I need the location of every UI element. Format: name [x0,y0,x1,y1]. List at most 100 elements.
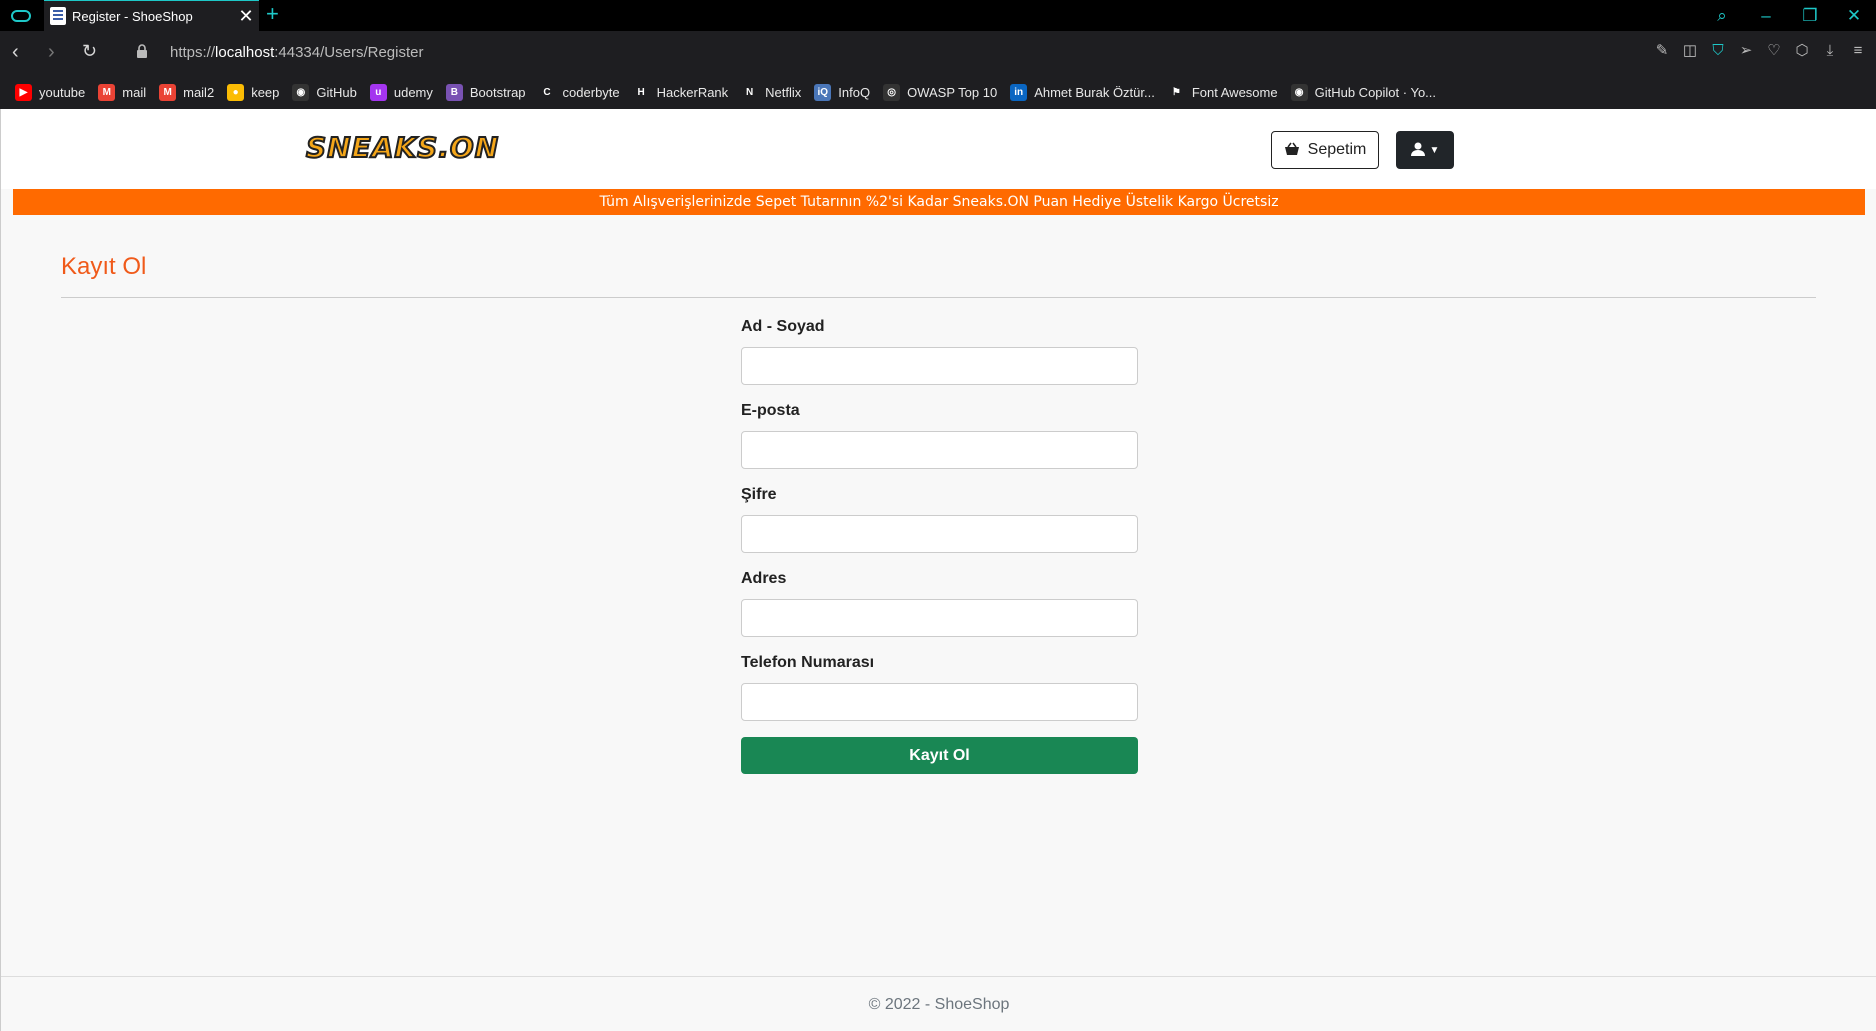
footer-divider [1,976,1876,977]
bookmark-label: OWASP Top 10 [907,85,998,100]
bookmark-item[interactable]: B Bootstrap [445,84,526,101]
youtube-icon: ▶ [15,84,32,101]
restore-button[interactable]: ❐ [1788,6,1832,26]
linkedin-icon: in [1010,84,1028,101]
url-path: :44334/Users/Register [274,44,424,61]
gmail-icon: M [159,84,177,101]
bookmark-label: HackerRank [656,85,729,100]
register-button[interactable]: Kayıt Ol [741,737,1138,774]
footer-copyright: © 2022 - ShoeShop [868,996,1010,1013]
netflix-icon: N [741,84,759,101]
minimize-button[interactable]: – [1744,6,1788,26]
owasp-icon: ◎ [883,84,901,101]
close-window-button[interactable]: ✕ [1832,6,1876,26]
bookmark-label: coderbyte [562,85,620,100]
hackerrank-icon: H [632,84,650,101]
user-menu-button[interactable]: ▼ [1396,131,1454,169]
site-logo[interactable]: SNEAKS.ON [305,130,499,165]
page-title: Kayıt Ol [61,253,147,280]
bookmark-label: GitHub Copilot · Yo... [1314,85,1437,100]
url-field[interactable]: https://localhost:44334/Users/Register [170,44,423,61]
bookmarks-bar: ▶ youtube Mmail Mmail2 ● keep ◉ GitHub u udemy B Bo… [0,76,1876,109]
bookmark-item[interactable]: ◉ GitHub Copilot · Yo... [1290,84,1437,101]
bookmark-item[interactable]: in Ahmet Burak Öztür... [1010,84,1155,101]
user-icon [1410,142,1425,159]
window-controls: ⌕ – ❐ ✕ [1700,0,1876,31]
address-label: Adres [741,570,787,587]
tab-title: Register - ShoeShop [72,8,193,24]
field-fullname: Ad - Soyad [741,315,1138,385]
bookmark-item[interactable]: H HackerRank [632,84,729,101]
bookmark-item[interactable]: N Netflix [741,84,801,101]
basket-icon [1284,142,1300,159]
tab-register[interactable]: Register - ShoeShop ✕ [44,0,259,31]
page-icon [50,7,66,25]
field-address: Adres [741,567,1138,637]
send-icon[interactable]: ➢ [1736,40,1756,62]
promo-banner: Tüm Alışverişlerinizde Sepet Tutarının %… [13,189,1865,215]
bookmark-item[interactable]: ◎ OWASP Top 10 [883,84,997,101]
bookmark-item[interactable]: ◉ GitHub [292,84,357,101]
bookmark-item[interactable]: ⚑ Font Awesome [1167,84,1278,101]
menu-icon[interactable]: ≡ [1848,40,1868,62]
field-phone: Telefon Numarası [741,651,1138,721]
shield-icon[interactable]: ⛉ [1708,40,1728,62]
bookmark-label: InfoQ [838,85,871,100]
github-icon: ◉ [292,84,310,101]
bootstrap-icon: B [445,84,463,101]
fullname-input[interactable] [741,347,1138,385]
password-input[interactable] [741,515,1138,553]
download-icon[interactable]: ⤓ [1820,40,1840,62]
bookmark-label: youtube [39,85,86,100]
phone-label: Telefon Numarası [741,654,875,671]
site-header: SNEAKS.ON Sepetim ▼ [1,109,1876,189]
bookmark-label: keep [251,85,280,100]
bookmark-item[interactable]: Mmail [98,84,146,101]
register-form: Ad - Soyad E-posta Şifre Adres Telefon N… [741,315,1138,774]
bookmark-label: Bootstrap [469,85,526,100]
coderbyte-icon: C [538,84,556,101]
search-icon[interactable]: ⌕ [1700,6,1744,26]
cart-label: Sepetim [1307,141,1367,158]
bookmark-label: GitHub [316,85,357,100]
cart-button[interactable]: Sepetim [1271,131,1379,169]
caret-down-icon: ▼ [1429,144,1440,156]
field-password: Şifre [741,483,1138,553]
url-host: localhost [215,44,275,61]
new-tab-button[interactable]: + [266,0,279,31]
field-email: E-posta [741,399,1138,469]
edit-icon[interactable]: ✎ [1652,40,1672,62]
bookmark-item[interactable]: ▶ youtube [15,84,85,101]
bookmark-item[interactable]: Ccoderbyte [538,84,620,101]
email-input[interactable] [741,431,1138,469]
close-icon[interactable]: ✕ [233,6,259,27]
toolbar-icons: ✎ ◫ ⛉ ➢ ♡ ⬡ ⤓ ≡ [1652,40,1868,62]
bookmark-label: udemy [393,85,433,100]
gamepad-icon[interactable] [0,0,42,31]
bookmark-item[interactable]: ● keep [227,84,279,101]
address-input[interactable] [741,599,1138,637]
browser-tab-bar: Register - ShoeShop ✕ + ⌕ – ❐ ✕ [0,0,1876,31]
url-prefix: https:// [170,44,216,61]
gmail-icon: M [98,84,116,101]
udemy-icon: u [369,84,387,101]
bookmark-label: Netflix [765,85,802,100]
forward-icon[interactable]: › [48,41,55,64]
bookmark-label: Font Awesome [1191,85,1278,100]
infoq-icon: iQ [814,84,832,101]
phone-input[interactable] [741,683,1138,721]
divider [61,297,1816,298]
camera-icon[interactable]: ◫ [1680,40,1700,62]
bookmark-item[interactable]: iQ InfoQ [814,84,870,101]
bookmark-item[interactable]: u udemy [369,84,433,101]
password-label: Şifre [741,486,777,503]
email-label: E-posta [741,402,800,419]
page-content: SNEAKS.ON Sepetim ▼ Tüm Alışverişleriniz… [0,109,1876,1031]
bookmark-label: mail2 [183,85,215,100]
heart-icon[interactable]: ♡ [1764,40,1784,62]
box-icon[interactable]: ⬡ [1792,40,1812,62]
reload-icon[interactable]: ↻ [82,41,97,62]
bookmark-item[interactable]: Mmail2 [159,84,214,101]
keep-icon: ● [227,84,245,101]
back-icon[interactable]: ‹ [12,41,19,64]
